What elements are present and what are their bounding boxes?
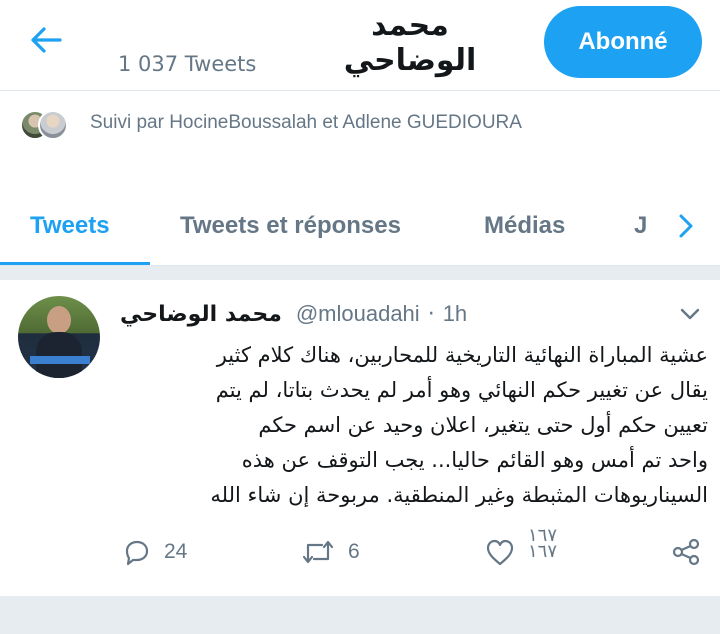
tab-tweets-and-replies[interactable]: Tweets et réponses	[180, 188, 401, 264]
following-button[interactable]: Abonné	[544, 6, 702, 78]
profile-name: محمد الوضاحي	[343, 8, 477, 78]
tweet-text: عشية المباراة النهائية التاريخية للمحارب…	[210, 343, 708, 507]
share-icon	[672, 538, 700, 566]
chevron-down-icon	[680, 308, 700, 320]
tweet-count: 1 037 Tweets	[118, 52, 257, 76]
tweet-actions: 24 6 ١٦٧ ١٦٧	[118, 527, 708, 572]
followed-by-row[interactable]: Suivi par HocineBoussalah et Adlene GUED…	[0, 100, 720, 148]
tabs-next-button[interactable]	[668, 206, 704, 246]
back-button[interactable]	[26, 22, 66, 58]
tab-tweets[interactable]: Tweets	[30, 188, 110, 264]
like-button[interactable]: ١٦٧ ١٦٧	[484, 527, 557, 572]
avatar	[38, 110, 68, 140]
tweet-menu-button[interactable]	[676, 302, 704, 326]
followed-by-text: Suivi par HocineBoussalah et Adlene GUED…	[90, 112, 522, 133]
avatar[interactable]	[18, 296, 100, 378]
tweet-header: محمد الوضاحي @mlouadahi · 1h	[120, 296, 680, 332]
tab-likes[interactable]: J	[634, 188, 647, 264]
section-separator	[0, 266, 720, 280]
header-divider	[0, 90, 720, 91]
profile-tabs: Tweets Tweets et réponses Médias J	[0, 188, 720, 268]
share-button[interactable]	[670, 532, 702, 572]
chevron-right-icon	[679, 214, 693, 238]
tweet-author-name[interactable]: محمد الوضاحي	[120, 302, 282, 327]
reply-count: 24	[164, 540, 188, 563]
retweet-button[interactable]: 6	[300, 532, 360, 572]
tweet-separator: ·	[427, 301, 435, 327]
tweet-timestamp[interactable]: 1h	[443, 301, 467, 327]
heart-icon	[486, 539, 514, 566]
tweet[interactable]: محمد الوضاحي @mlouadahi · 1h عشية المبار…	[0, 280, 720, 596]
retweet-count: 6	[348, 540, 360, 563]
arrow-left-icon	[31, 27, 62, 53]
like-count: ١٦٧ ١٦٧	[528, 527, 558, 557]
reply-button[interactable]: 24	[122, 532, 187, 572]
bottom-separator	[0, 596, 720, 634]
retweet-icon	[302, 540, 334, 564]
reply-icon	[125, 540, 149, 566]
followers-avatars	[20, 110, 72, 140]
tab-media[interactable]: Médias	[484, 188, 565, 264]
tweet-handle[interactable]: @mlouadahi	[296, 301, 420, 327]
profile-header: محمد الوضاحي 1 037 Tweets Abonné	[0, 0, 720, 90]
